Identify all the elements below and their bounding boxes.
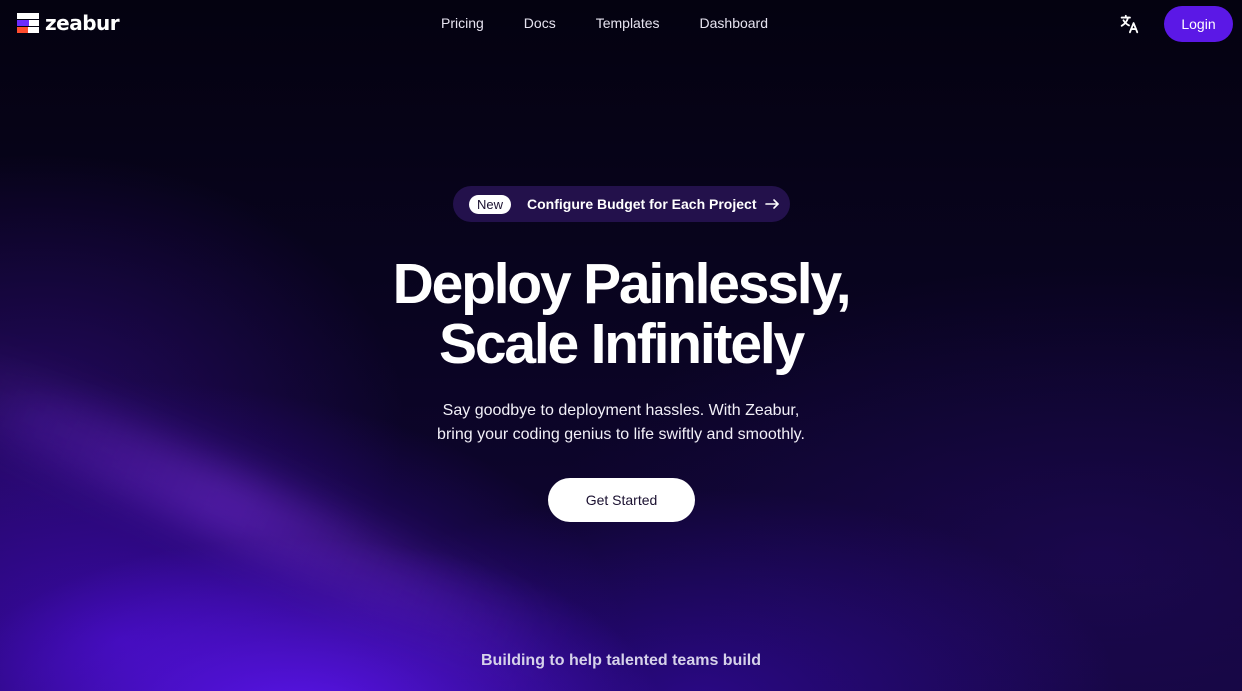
login-button[interactable]: Login [1164,6,1233,42]
hero-subtitle-line-1: Say goodbye to deployment hassles. With … [442,402,800,419]
nav-dashboard[interactable]: Dashboard [700,14,769,32]
main-nav: Pricing Docs Templates Dashboard [441,14,768,32]
hero-title-line-2: Scale Infinitely [439,312,805,376]
arrow-right-icon [765,198,780,210]
hero-subtitle-line-2: bring your coding genius to life swiftly… [437,426,805,443]
translate-icon [1120,14,1139,34]
new-badge: New [469,194,512,214]
zeabur-logo-icon [17,13,39,33]
language-switcher-button[interactable] [1118,13,1140,35]
nav-docs[interactable]: Docs [524,14,556,32]
site-header: zeabur Pricing Docs Templates Dashboard … [0,0,1242,46]
announcement-pill[interactable]: New Configure Budget for Each Project [453,186,790,222]
landing-page: zeabur Pricing Docs Templates Dashboard … [0,0,1242,691]
zeabur-logo[interactable]: zeabur [17,11,120,35]
hero-subtitle: Say goodbye to deployment hassles. With … [0,399,1242,447]
building-tagline: Building to help talented teams build [480,652,761,669]
hero-title: Deploy Painlessly, Scale Infinitely [0,254,1242,374]
nav-pricing[interactable]: Pricing [441,14,484,32]
announcement-text: Configure Budget for Each Project [527,196,757,212]
nav-templates[interactable]: Templates [596,14,660,32]
hero-title-line-1: Deploy Painlessly, [392,252,852,316]
background-glow [0,330,564,680]
logo-text: zeabur [45,11,120,35]
get-started-button[interactable]: Get Started [548,478,695,522]
